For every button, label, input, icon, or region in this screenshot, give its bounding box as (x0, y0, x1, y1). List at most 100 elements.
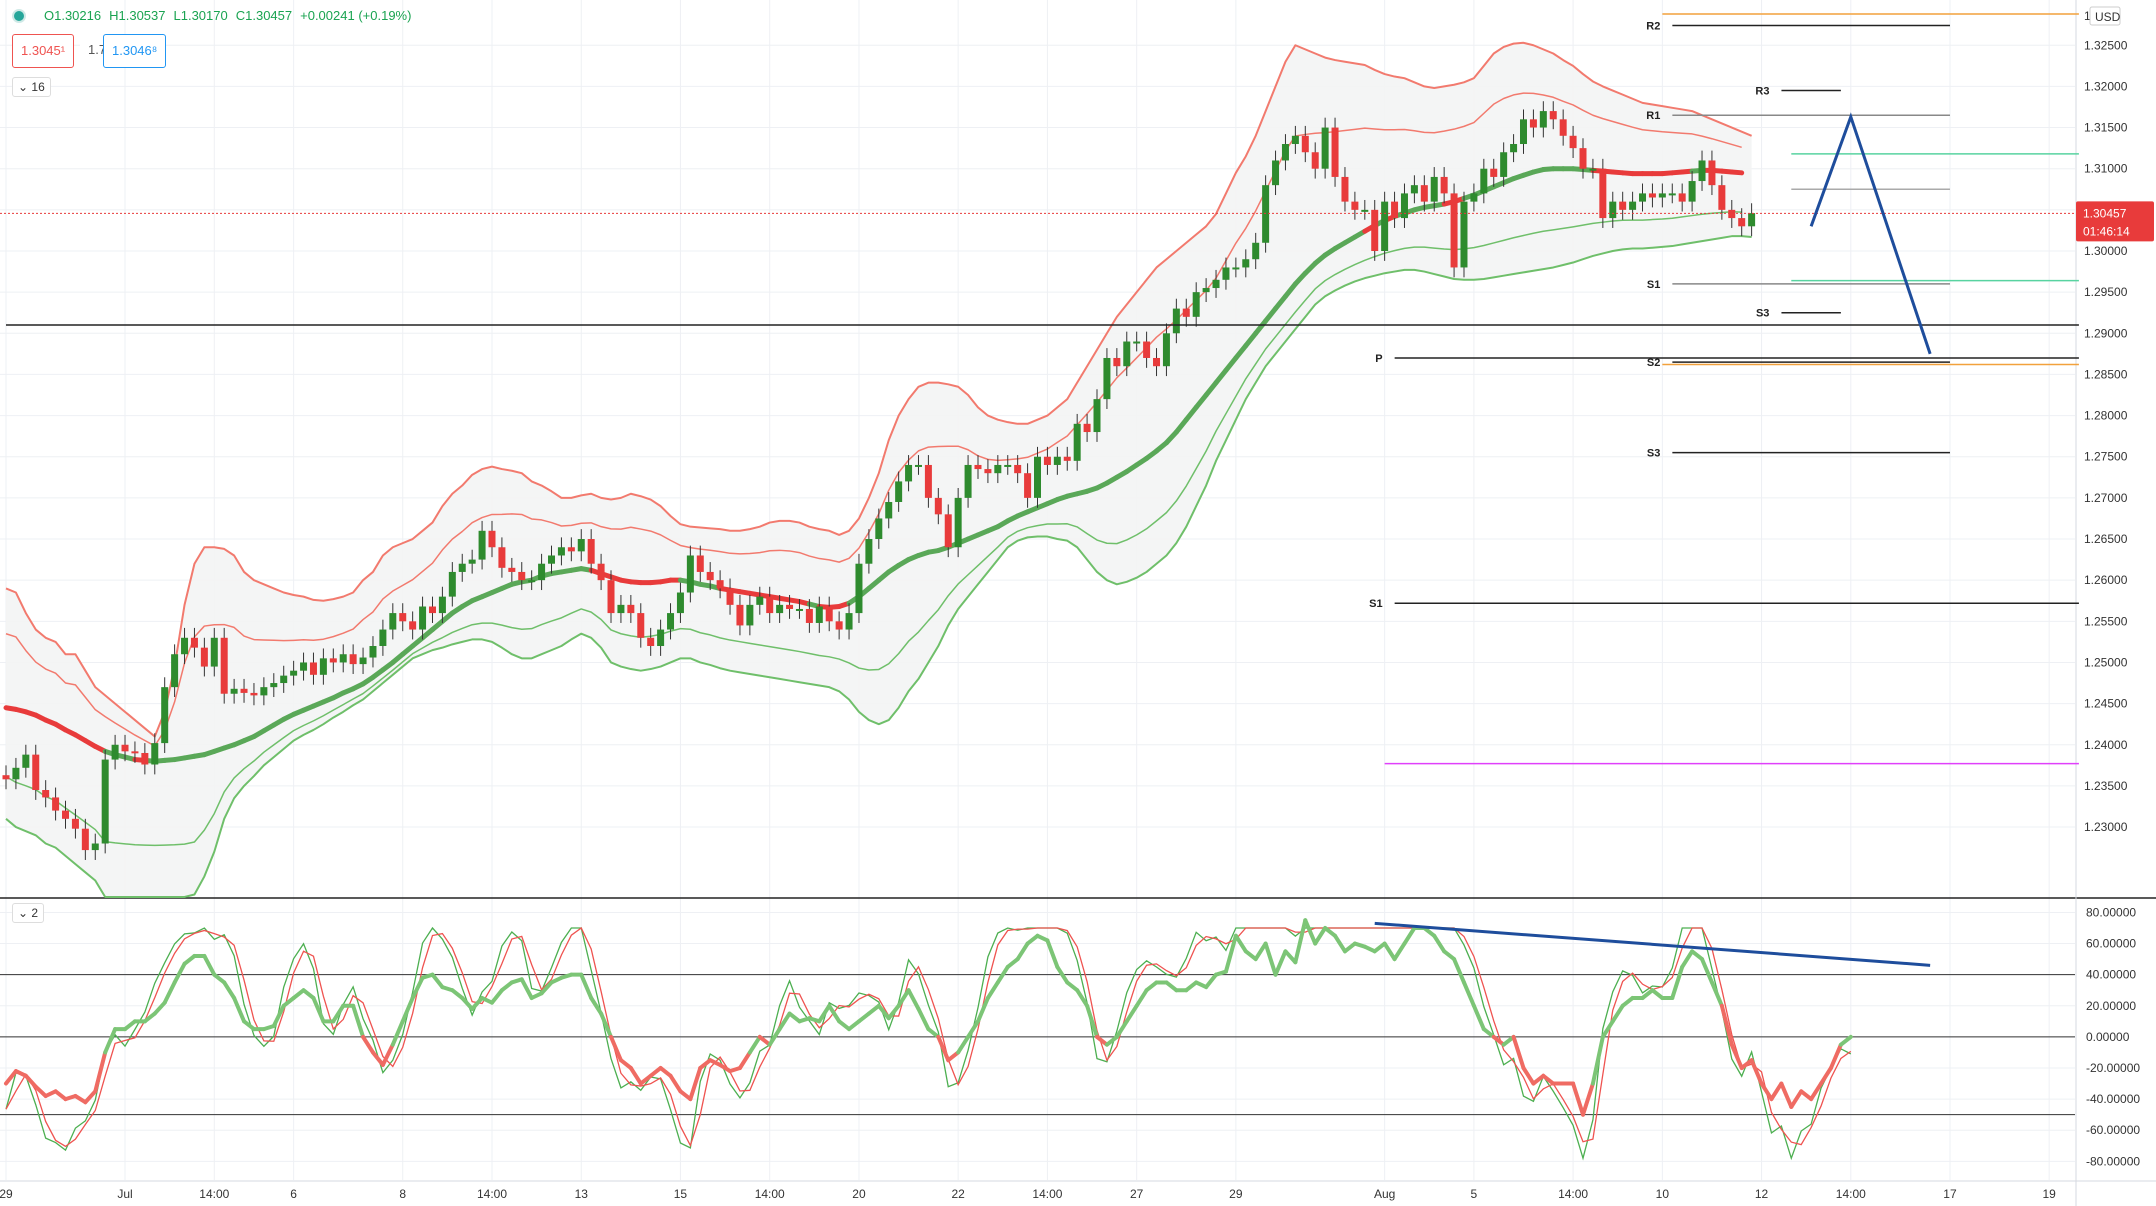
candle-body (1430, 176, 1438, 202)
candle-body (2, 775, 10, 780)
price-tick-label: 1.25500 (2084, 614, 2128, 628)
candle-body (805, 608, 813, 623)
candle-body (1341, 176, 1349, 202)
candle-body (1361, 209, 1369, 212)
candle-body (190, 637, 198, 648)
candle-body (1648, 193, 1656, 198)
price-tick-label: 1.28000 (2084, 409, 2128, 423)
candle-body (369, 646, 377, 658)
candle-body (657, 629, 665, 647)
candle-body (1093, 399, 1101, 433)
candle-body (230, 688, 238, 694)
indicators-collapse-button[interactable]: ⌄ 16 (12, 77, 51, 97)
osc-main-segment (1273, 949, 1288, 977)
basis-segment (1729, 169, 1745, 176)
symbol-status-icon (12, 8, 26, 23)
candle-body (1510, 144, 1518, 153)
osc-main-segment (430, 972, 445, 990)
candle-body (974, 464, 982, 470)
buy-button[interactable]: 1.3046⁸ (103, 34, 167, 68)
osc-main-segment (1729, 1042, 1744, 1070)
candle-body (1539, 111, 1547, 128)
open-value: O1.30216 (44, 8, 102, 23)
candle-body (1291, 135, 1299, 145)
candle-body (1440, 176, 1448, 194)
candle-body (1113, 357, 1121, 367)
sell-button[interactable]: 1.3045¹ (12, 34, 75, 68)
candle-body (637, 613, 645, 638)
candle-body (1371, 209, 1379, 251)
osc-main-segment (1828, 1042, 1843, 1070)
candle-body (111, 744, 119, 760)
price-chart[interactable]: R2 R3 R1 S1 S3 P S2 S3 S1 1.32500 1.32000 1.31500 1.… (0, 0, 2156, 1206)
osc-main-segment (152, 1000, 167, 1016)
osc-main-segment (628, 1066, 643, 1086)
time-tick-label: 14:00 (477, 1187, 507, 1201)
candle-body (1331, 127, 1339, 177)
candle-body (141, 752, 149, 765)
candle-body (548, 555, 556, 564)
osc-main-segment (390, 1019, 405, 1047)
oscillator-collapse-button[interactable]: ⌄ 2 (12, 903, 45, 923)
candle-body (944, 514, 952, 548)
ohlc-legend: O1.30216 H1.30537 L1.30170 C1.30457 +0.0… (12, 8, 415, 23)
candle-body (1579, 148, 1587, 169)
candle-body (538, 563, 546, 581)
time-tick-label: 27 (1130, 1187, 1144, 1201)
candle-body (290, 670, 298, 676)
osc-main-segment (1402, 926, 1417, 946)
time-tick-label: Aug (1374, 1187, 1395, 1201)
osc-main-segment (1680, 949, 1695, 969)
candle-body (319, 658, 327, 675)
candle-body (1609, 201, 1617, 219)
candle-body (1678, 193, 1686, 202)
time-tick-label: 13 (575, 1187, 589, 1201)
osc-fast-line (5, 926, 1852, 1161)
candle-body (428, 606, 436, 614)
price-tick-label: 1.29500 (2084, 285, 2128, 299)
osc-main-segment (1204, 972, 1219, 990)
osc-tick-label: 20.00000 (2086, 999, 2136, 1013)
candle-body (776, 604, 784, 614)
candle-body (309, 662, 317, 675)
candle-body (1460, 201, 1468, 268)
candle-body (686, 555, 694, 593)
candle-body (280, 675, 288, 684)
change-value: +0.00241 (+0.19%) (300, 8, 412, 23)
osc-main-segment (1749, 1058, 1764, 1086)
candle-body (1133, 341, 1141, 344)
candle-body (1639, 193, 1647, 202)
osc-main-segment (222, 980, 237, 1000)
candle-body (1212, 279, 1220, 289)
candle-body (1549, 111, 1557, 120)
osc-main-segment (1045, 938, 1060, 969)
osc-main-segment (668, 1073, 683, 1094)
candle-body (300, 662, 308, 671)
osc-main-segment (1610, 1003, 1625, 1024)
candle-body (994, 464, 1002, 474)
candle-body (964, 464, 972, 498)
candle-body (81, 828, 89, 851)
candle-body (12, 767, 20, 780)
candle-body (865, 539, 873, 564)
low-value: L1.30170 (173, 8, 228, 23)
countdown-label: 01:46:14 (2083, 224, 2130, 238)
time-tick-label: 14:00 (199, 1187, 229, 1201)
candle-body (1043, 456, 1051, 465)
time-tick-label: 14:00 (1032, 1187, 1062, 1201)
time-tick-label: 14:00 (1558, 1187, 1588, 1201)
candle-body (389, 613, 397, 630)
candle-body (577, 539, 585, 552)
candle-body (825, 606, 833, 622)
candle-body (349, 654, 357, 665)
candle-body (786, 604, 794, 609)
candle-body (1619, 201, 1627, 210)
candle-body (171, 654, 179, 688)
osc-main-segment (1253, 941, 1268, 962)
candle-body (101, 759, 109, 844)
osc-main-segment (747, 1034, 762, 1055)
indicators-count: 16 (31, 80, 45, 94)
candle-body (795, 608, 803, 611)
time-axis: 29 Jul 14:00 6 8 14:00 13 15 14:00 20 22 14:00 27 29 A… (0, 1187, 2056, 1201)
level-label-s3: S3 (1756, 308, 1769, 320)
